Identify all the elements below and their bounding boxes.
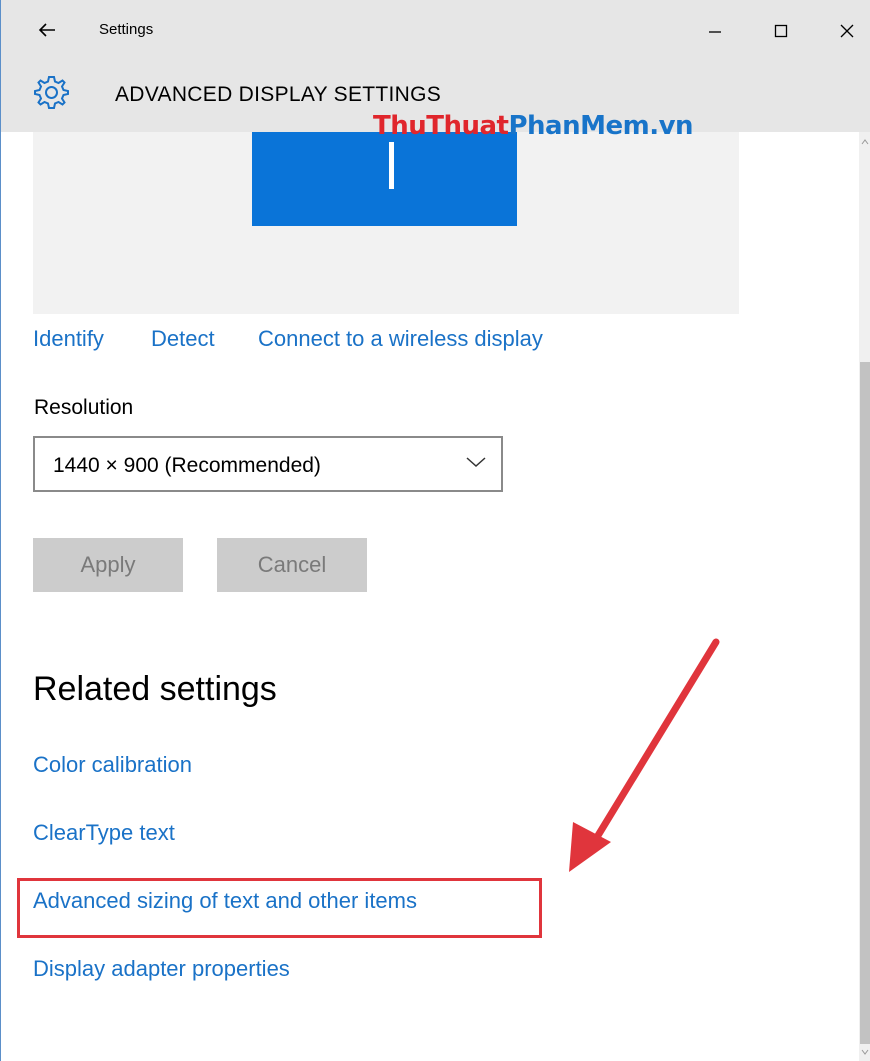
annotation-arrow-icon: [569, 638, 720, 872]
maximize-icon: [774, 24, 788, 38]
scroll-up-icon[interactable]: [861, 138, 869, 146]
resolution-dropdown[interactable]: 1440 × 900 (Recommended): [33, 436, 503, 492]
related-settings-heading: Related settings: [33, 670, 277, 708]
content-area: Identify Detect Connect to a wireless di…: [1, 132, 859, 1061]
cleartype-text-link[interactable]: ClearType text: [33, 820, 175, 846]
title-bar: Settings: [1, 0, 870, 62]
display-adapter-properties-link[interactable]: Display adapter properties: [33, 956, 290, 982]
vertical-scrollbar[interactable]: [859, 132, 870, 1061]
apply-button[interactable]: Apply: [33, 538, 183, 592]
annotation-highlight-box: [17, 878, 542, 938]
detect-link[interactable]: Detect: [151, 326, 215, 352]
window-title: Settings: [99, 21, 154, 38]
gear-icon: [31, 72, 71, 112]
minimize-icon: [709, 31, 721, 33]
watermark-part2: PhanMem.vn: [508, 111, 694, 141]
cancel-button[interactable]: Cancel: [217, 538, 367, 592]
monitor-tile[interactable]: [252, 132, 517, 226]
settings-window: Settings ADVANCED DISPLAY SETTINGS Ident…: [0, 0, 870, 1061]
scrollbar-thumb[interactable]: [860, 362, 870, 1044]
resolution-label: Resolution: [34, 396, 134, 419]
maximize-button[interactable]: [761, 14, 801, 48]
chevron-down-icon: [466, 457, 486, 468]
connect-wireless-display-link[interactable]: Connect to a wireless display: [258, 326, 543, 352]
color-calibration-link[interactable]: Color calibration: [33, 752, 192, 778]
monitor-label-marker: [389, 142, 394, 189]
close-icon: [840, 24, 854, 38]
identify-link[interactable]: Identify: [33, 326, 104, 352]
scroll-down-icon[interactable]: [861, 1048, 869, 1056]
watermark: ThuThuatPhanMem.vn: [373, 111, 694, 141]
resolution-value: 1440 × 900 (Recommended): [53, 454, 321, 477]
close-button[interactable]: [827, 14, 867, 48]
display-arrangement-preview: [33, 132, 739, 314]
page-title: ADVANCED DISPLAY SETTINGS: [115, 83, 442, 106]
back-arrow-icon[interactable]: [35, 18, 59, 42]
minimize-button[interactable]: [695, 14, 735, 48]
watermark-part1: ThuThuat: [373, 111, 509, 141]
